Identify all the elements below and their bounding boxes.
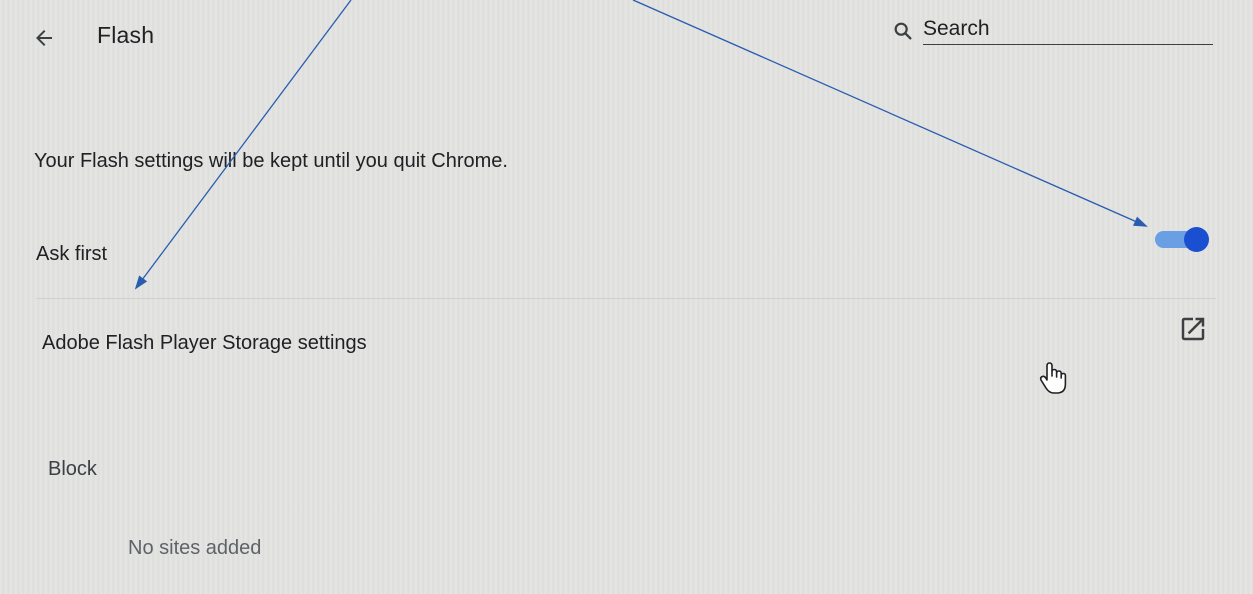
page-title: Flash bbox=[97, 22, 155, 48]
annotation-arrows bbox=[134, 0, 1148, 290]
block-section-heading: Block bbox=[48, 458, 97, 480]
ask-first-toggle[interactable] bbox=[1153, 225, 1211, 253]
external-link-icon bbox=[1181, 317, 1205, 341]
hand-cursor-icon bbox=[1039, 362, 1067, 394]
session-info-text: Your Flash settings will be kept until y… bbox=[34, 150, 508, 172]
back-button[interactable] bbox=[26, 20, 62, 56]
ask-first-label: Ask first bbox=[36, 243, 108, 265]
row-divider bbox=[36, 298, 1216, 299]
flash-settings-screen: Flash Your Flash settings will be kept u… bbox=[0, 0, 1253, 594]
no-sites-text: No sites added bbox=[128, 537, 262, 559]
search-icon bbox=[894, 22, 912, 40]
flash-storage-settings-link[interactable]: Adobe Flash Player Storage settings bbox=[42, 332, 367, 355]
search-input[interactable] bbox=[923, 14, 1213, 45]
storage-settings-external-button[interactable] bbox=[1178, 314, 1208, 344]
annotation-arrow-ask-first bbox=[134, 0, 352, 290]
arrow-left-icon bbox=[36, 30, 52, 46]
search-box bbox=[892, 14, 1214, 48]
toggle-knob bbox=[1184, 227, 1209, 252]
